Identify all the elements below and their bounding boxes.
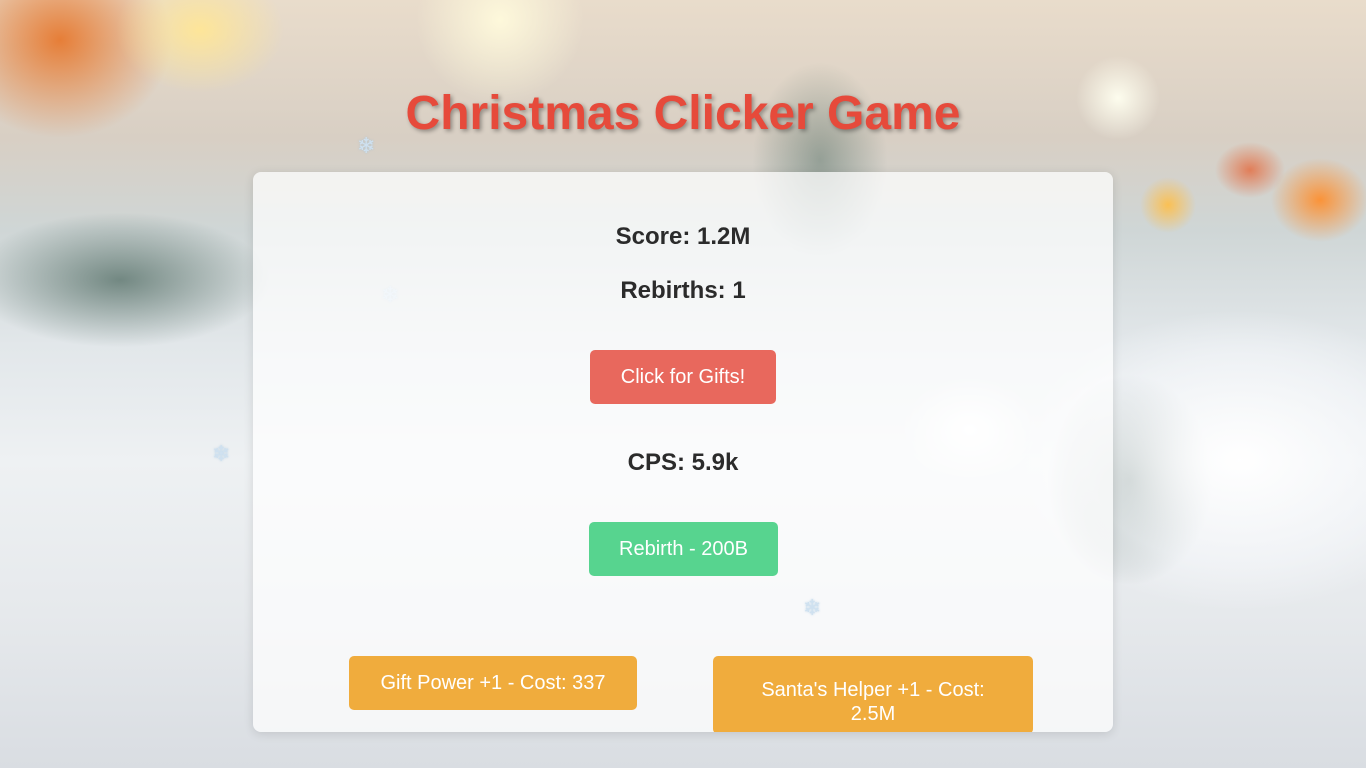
gift-power-upgrade-button[interactable]: Gift Power +1 - Cost: 337 xyxy=(349,656,637,710)
snowflake-icon: ❄ xyxy=(803,596,822,621)
cps-display: CPS: 5.9k xyxy=(627,449,739,476)
game-panel: Score: 1.2M Rebirths: 1 Click for Gifts!… xyxy=(253,172,1113,732)
snowflake-icon: ❄ xyxy=(212,442,231,467)
rebirth-button[interactable]: Rebirth - 200B xyxy=(589,522,778,576)
rebirths-display: Rebirths: 1 xyxy=(620,277,746,304)
score-display: Score: 1.2M xyxy=(615,223,751,250)
click-for-gifts-button[interactable]: Click for Gifts! xyxy=(590,350,776,404)
santas-helper-upgrade-button[interactable]: Santa's Helper +1 - Cost: 2.5M xyxy=(713,656,1033,732)
page-title: Christmas Clicker Game xyxy=(405,87,961,140)
